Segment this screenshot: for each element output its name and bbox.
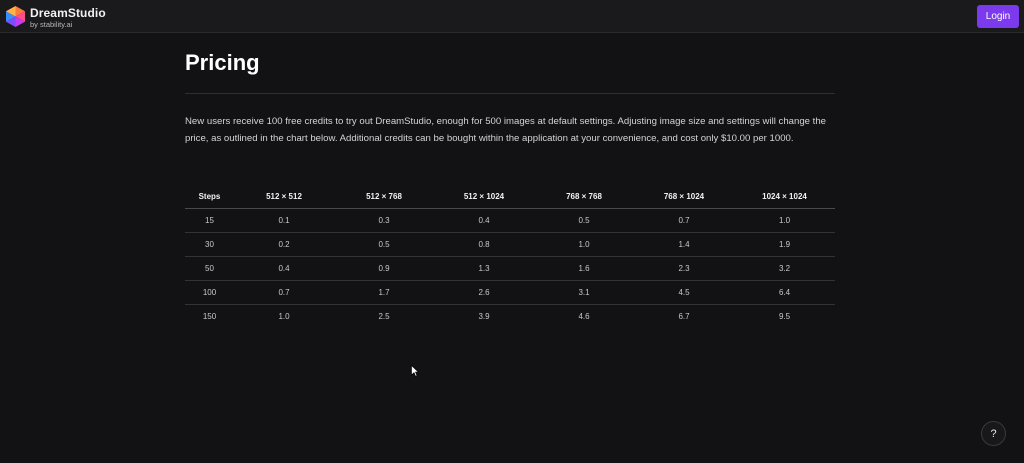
table-row: 150 1.0 2.5 3.9 4.6 6.7 9.5 <box>185 304 835 328</box>
title-divider <box>185 93 835 94</box>
table-cell: 4.6 <box>578 311 590 321</box>
table-cell: 0.7 <box>634 208 734 233</box>
table-row: 50 0.4 0.9 1.3 1.6 2.3 3.2 <box>185 256 835 281</box>
table-row: 15 0.1 0.3 0.4 0.5 0.7 1.0 <box>185 208 835 233</box>
brand-subtitle: by stability.ai <box>30 20 73 29</box>
table-cell: 2.6 <box>434 280 534 305</box>
table-cell: 0.9 <box>334 256 434 281</box>
help-button[interactable]: ? <box>981 421 1006 446</box>
pricing-table: Steps 512 × 512 512 × 768 512 × 1024 768… <box>185 186 835 328</box>
table-cell: 15 <box>185 208 234 233</box>
header-768x768: 768 × 768 <box>534 186 634 209</box>
table-cell: 1.9 <box>734 232 835 257</box>
page-title: Pricing <box>185 50 260 75</box>
table-cell: 0.5 <box>534 208 634 233</box>
table-cell: 1.0 <box>534 232 634 257</box>
header-steps: Steps <box>185 186 234 209</box>
hexagon-logo-icon <box>6 6 25 27</box>
table-row: 30 0.2 0.5 0.8 1.0 1.4 1.9 <box>185 232 835 257</box>
table-cell: 150 <box>202 311 217 321</box>
table-cell: 1.6 <box>534 256 634 281</box>
table-cell: 0.1 <box>234 208 334 233</box>
header-1024x1024: 1024 × 1024 <box>734 186 835 209</box>
table-cell: 50 <box>185 256 234 281</box>
header-512x1024: 512 × 1024 <box>434 186 534 209</box>
table-cell: 0.5 <box>334 232 434 257</box>
header-512x512: 512 × 512 <box>234 186 334 209</box>
top-bar: DreamStudio by stability.ai Login <box>0 0 1024 33</box>
table-cell: 1.4 <box>634 232 734 257</box>
table-cell: 0.2 <box>234 232 334 257</box>
brand-name: DreamStudio <box>30 6 106 20</box>
table-cell: 2.5 <box>378 311 390 321</box>
table-cell: 100 <box>185 280 234 305</box>
table-cell: 4.5 <box>634 280 734 305</box>
table-cell: 0.4 <box>434 208 534 233</box>
table-cell: 6.7 <box>678 311 690 321</box>
table-cell: 1.0 <box>278 311 290 321</box>
login-button[interactable]: Login <box>977 5 1019 28</box>
table-cell: 3.9 <box>478 311 490 321</box>
table-cell: 0.7 <box>234 280 334 305</box>
table-cell: 30 <box>185 232 234 257</box>
table-cell: 3.1 <box>534 280 634 305</box>
table-cell: 9.5 <box>778 311 791 321</box>
header-512x768: 512 × 768 <box>334 186 434 209</box>
mouse-cursor-icon <box>411 365 419 377</box>
table-row: 100 0.7 1.7 2.6 3.1 4.5 6.4 <box>185 280 835 305</box>
table-cell: 6.4 <box>734 280 835 305</box>
table-cell: 2.3 <box>634 256 734 281</box>
header-768x1024: 768 × 1024 <box>634 186 734 209</box>
table-cell: 1.0 <box>734 208 835 233</box>
table-cell: 0.4 <box>234 256 334 281</box>
table-cell: 0.8 <box>434 232 534 257</box>
table-cell: 0.3 <box>334 208 434 233</box>
pricing-intro: New users receive 100 free credits to tr… <box>185 116 827 144</box>
table-cell: 1.7 <box>334 280 434 305</box>
table-cell: 1.3 <box>434 256 534 281</box>
table-cell: 3.2 <box>734 256 835 281</box>
table-header-row: Steps 512 × 512 512 × 768 512 × 1024 768… <box>185 186 835 209</box>
